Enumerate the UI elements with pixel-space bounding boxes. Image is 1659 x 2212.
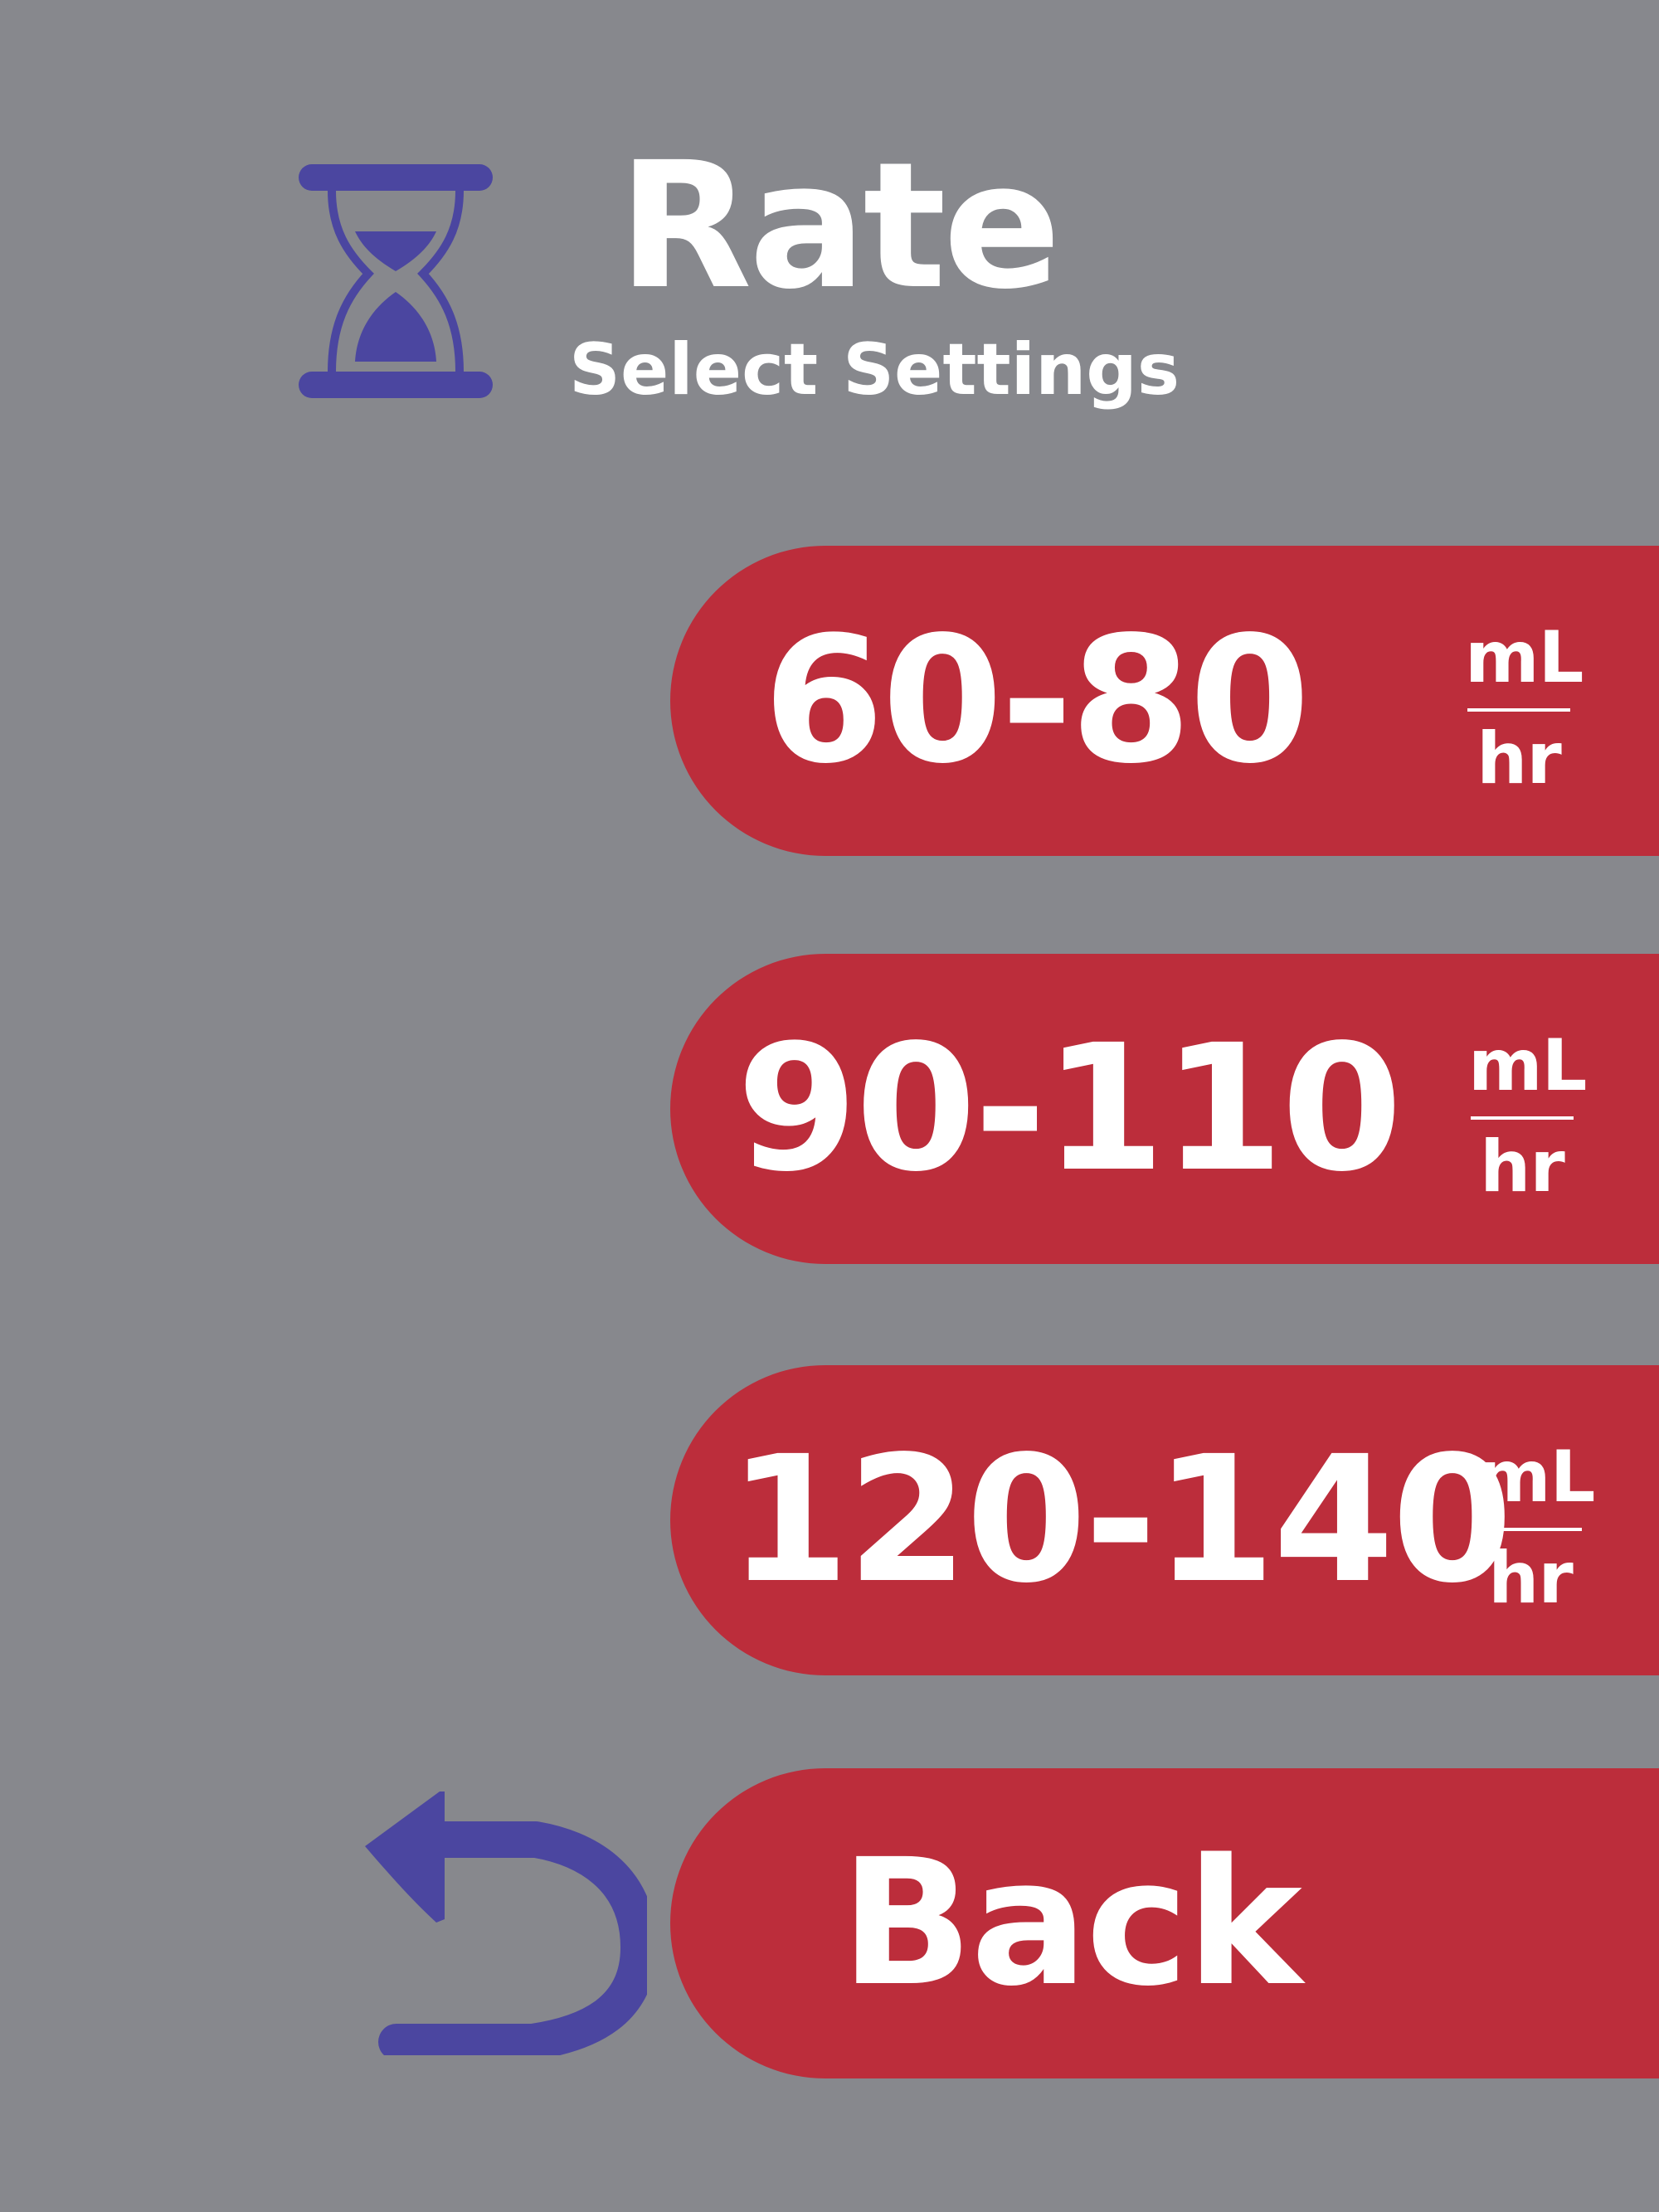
back-button-label: Back: [840, 1821, 1302, 2025]
unit-divider: [1479, 1528, 1582, 1531]
back-arrow-icon[interactable]: [362, 1788, 647, 2055]
unit-divider: [1467, 708, 1570, 712]
page-title: Rate: [618, 124, 1061, 328]
unit-numerator: mL: [1468, 1024, 1587, 1107]
rate-option-value: 60-80: [763, 599, 1311, 802]
back-button[interactable]: Back: [670, 1768, 1659, 2078]
rate-option-120-140-button[interactable]: 120-140 mL hr: [670, 1365, 1659, 1675]
unit-numerator: mL: [1465, 616, 1584, 699]
rate-option-90-110-button[interactable]: 90-110 mL hr: [670, 954, 1659, 1264]
page-subtitle: Select Settings: [569, 328, 1180, 411]
rate-option-value: 120-140: [728, 1418, 1513, 1621]
hourglass-icon: [299, 164, 493, 398]
unit-numerator: mL: [1477, 1436, 1595, 1519]
unit-ml-per-hr: mL hr: [1477, 1436, 1595, 1620]
unit-divider: [1471, 1116, 1574, 1120]
unit-ml-per-hr: mL hr: [1465, 616, 1584, 800]
unit-denominator: hr: [1488, 1537, 1574, 1620]
rate-option-60-80-button[interactable]: 60-80 mL hr: [670, 546, 1659, 856]
unit-denominator: hr: [1477, 717, 1562, 800]
rate-option-value: 90-110: [737, 1007, 1403, 1210]
unit-ml-per-hr: mL hr: [1468, 1024, 1587, 1208]
unit-denominator: hr: [1480, 1125, 1565, 1208]
